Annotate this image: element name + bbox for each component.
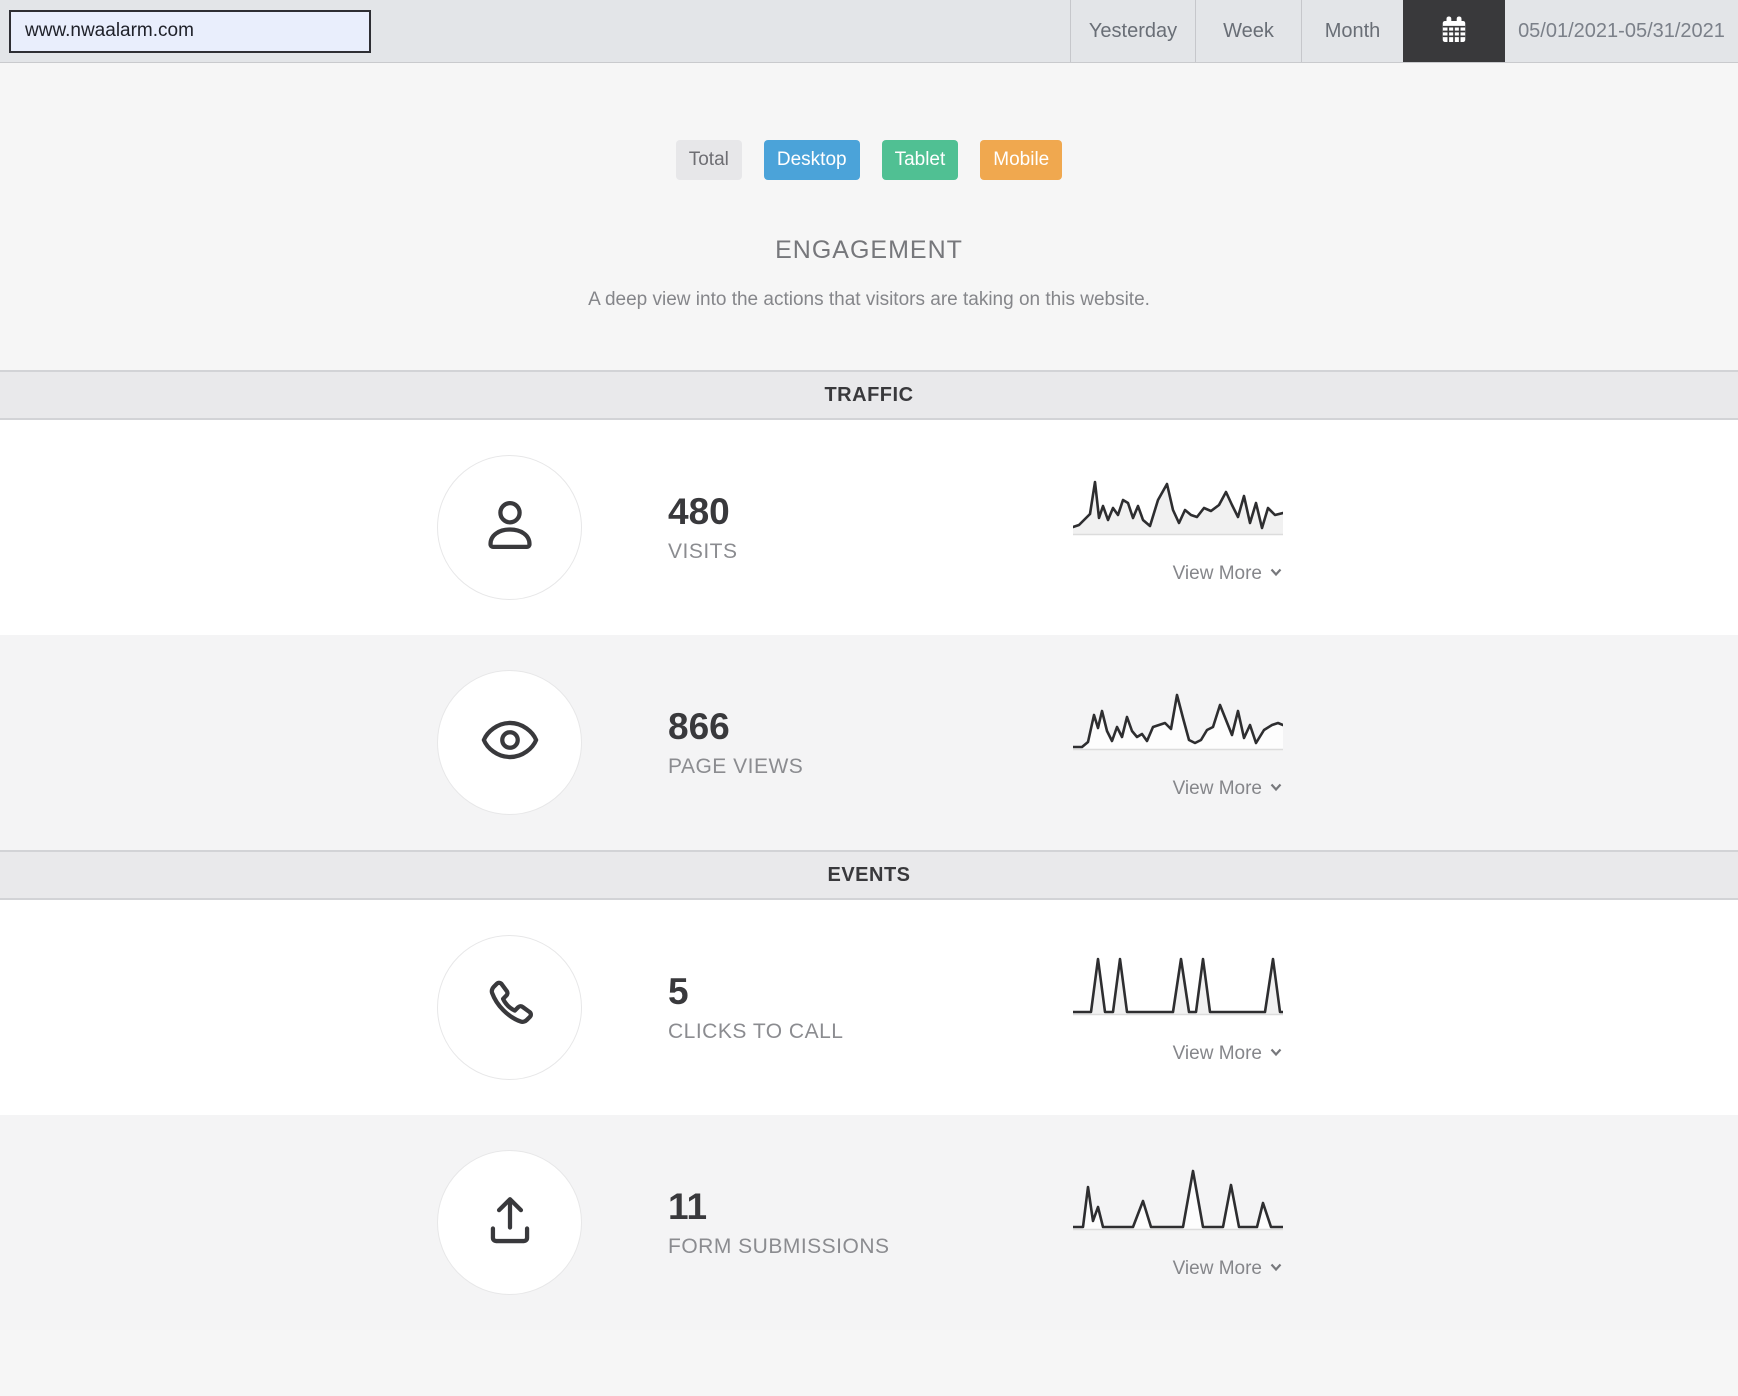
metric-text: 5 CLICKS TO CALL (668, 971, 1073, 1044)
engagement-title: ENGAGEMENT (775, 236, 963, 264)
metric-chart-block: View More (1071, 1165, 1285, 1280)
view-more-label: View More (1172, 1258, 1262, 1279)
metric-label: PAGE VIEWS (668, 755, 804, 778)
metric-value: 866 (668, 706, 730, 747)
filter-tablet[interactable]: Tablet (881, 140, 959, 180)
view-more-visits[interactable]: View More (1173, 563, 1283, 585)
view-more-label: View More (1172, 563, 1262, 584)
tab-yesterday[interactable]: Yesterday (1070, 0, 1195, 62)
top-bar: Yesterday Week Month 05/01/2021-05/31/20… (0, 0, 1738, 63)
metric-text: 480 VISITS (668, 491, 1073, 564)
website-url-input[interactable] (9, 9, 371, 53)
metric-row-form-submissions: 11 FORM SUBMISSIONS View More (0, 1115, 1738, 1330)
page-footer-spacer (0, 1330, 1738, 1376)
metric-text: 866 PAGE VIEWS (668, 706, 1073, 779)
metric-icon-circle (437, 935, 582, 1080)
metric-label: FORM SUBMISSIONS (668, 1235, 890, 1258)
metric-icon-circle (437, 455, 582, 600)
chevron-down-icon (1269, 1258, 1283, 1280)
metric-label: CLICKS TO CALL (668, 1020, 844, 1043)
metric-icon-circle (437, 1150, 582, 1295)
view-more-label: View More (1172, 1043, 1262, 1064)
section-header-traffic: TRAFFIC (0, 370, 1738, 420)
metric-text: 11 FORM SUBMISSIONS (668, 1186, 1073, 1259)
metric-icon-circle (437, 670, 582, 815)
clicks-to-call-sparkline (1071, 950, 1285, 1027)
metric-value: 11 (668, 1186, 708, 1227)
view-more-label: View More (1172, 778, 1262, 799)
metric-row-visits: 480 VISITS View More (0, 420, 1738, 635)
view-more-clicks-to-call[interactable]: View More (1173, 1043, 1283, 1065)
tab-week[interactable]: Week (1195, 0, 1301, 62)
metric-row-page-views: 866 PAGE VIEWS View More (0, 635, 1738, 850)
metric-chart-block: View More (1071, 950, 1285, 1065)
metric-row-clicks-to-call: 5 CLICKS TO CALL View More (0, 900, 1738, 1115)
metric-value: 480 (668, 491, 730, 532)
chevron-down-icon (1269, 778, 1283, 800)
section-header-events: EVENTS (0, 850, 1738, 900)
chevron-down-icon (1269, 1043, 1283, 1065)
view-more-page-views[interactable]: View More (1173, 778, 1283, 800)
metric-chart-block: View More (1071, 470, 1285, 585)
tab-month[interactable]: Month (1301, 0, 1403, 62)
device-filter-group: Total Desktop Tablet Mobile (0, 63, 1738, 180)
engagement-subtitle: A deep view into the actions that visito… (588, 289, 1150, 310)
calendar-button[interactable] (1403, 0, 1505, 62)
chevron-down-icon (1269, 563, 1283, 585)
visits-sparkline (1071, 470, 1285, 547)
form-submissions-sparkline (1071, 1165, 1285, 1242)
metric-chart-block: View More (1071, 685, 1285, 800)
filter-mobile[interactable]: Mobile (980, 140, 1063, 180)
user-icon (478, 493, 542, 562)
calendar-icon (1436, 12, 1472, 51)
date-range-display: 05/01/2021-05/31/2021 (1518, 19, 1725, 42)
filter-total[interactable]: Total (675, 140, 742, 180)
filter-desktop[interactable]: Desktop (763, 140, 860, 180)
upload-icon (478, 1188, 542, 1257)
view-more-form-submissions[interactable]: View More (1173, 1258, 1283, 1280)
url-field-wrap (0, 0, 371, 62)
metric-value: 5 (668, 971, 689, 1012)
phone-icon (478, 973, 542, 1042)
eye-icon (478, 708, 542, 777)
page-views-sparkline (1071, 685, 1285, 762)
metric-label: VISITS (668, 540, 738, 563)
